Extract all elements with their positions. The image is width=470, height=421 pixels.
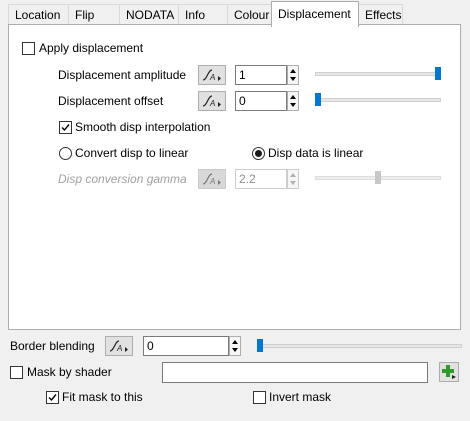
tab-label: Colour (234, 8, 270, 22)
slider-track (315, 72, 441, 76)
disp-data-linear-label: Disp data is linear (268, 146, 364, 160)
disp-data-linear-radio[interactable] (252, 147, 265, 160)
svg-text:A: A (209, 177, 215, 186)
tab-label: NODATA (126, 8, 175, 22)
svg-text:A: A (209, 73, 215, 82)
spin-down-icon[interactable] (290, 77, 296, 81)
svg-text:A: A (209, 99, 215, 108)
convert-disp-linear-label: Convert disp to linear (75, 146, 189, 160)
spin-up-icon (290, 173, 296, 177)
border-blending-slider[interactable] (257, 339, 462, 353)
amplitude-spin-arrows[interactable] (287, 65, 299, 85)
spin-down-icon[interactable] (290, 103, 296, 107)
slider-track (315, 98, 441, 102)
spin-down-icon[interactable] (232, 348, 238, 352)
border-blending-label: Border blending (10, 339, 95, 353)
disp-conversion-gamma-label: Disp conversion gamma (58, 172, 187, 186)
fit-mask-label: Fit mask to this (62, 390, 143, 404)
displacement-amplitude-label: Displacement amplitude (58, 68, 187, 82)
radio-selected-dot (255, 150, 262, 157)
curve-editor-icon: A (202, 95, 221, 108)
checkmark-icon (61, 124, 70, 132)
amplitude-curve-button[interactable]: A (198, 65, 226, 85)
offset-slider[interactable] (315, 93, 441, 107)
smooth-interpolation-label: Smooth disp interpolation (75, 120, 211, 134)
amplitude-slider[interactable] (315, 67, 441, 81)
curve-editor-icon: A (109, 340, 128, 353)
tab-effects[interactable]: Effects (358, 4, 403, 26)
slider-track (257, 344, 462, 348)
spin-up-icon[interactable] (290, 95, 296, 99)
svg-text:A: A (116, 344, 122, 353)
gamma-slider (315, 171, 441, 185)
offset-curve-button[interactable]: A (198, 91, 226, 111)
border-blending-input[interactable] (143, 336, 229, 356)
border-blending-curve-button[interactable]: A (105, 336, 133, 356)
tab-nodata[interactable]: NODATA (119, 4, 179, 26)
gamma-input (235, 169, 287, 189)
border-blending-spin-arrows[interactable] (229, 336, 241, 356)
spin-down-icon (290, 181, 296, 185)
mask-shader-field[interactable] (162, 362, 428, 383)
apply-displacement-checkbox[interactable] (22, 42, 35, 55)
tab-label: Info (185, 8, 206, 22)
convert-disp-linear-radio[interactable] (59, 147, 72, 160)
tab-info[interactable]: Info (178, 4, 228, 26)
mask-by-shader-label: Mask by shader (27, 365, 112, 379)
slider-thumb[interactable] (435, 67, 441, 80)
curve-editor-icon: A (202, 173, 221, 186)
displacement-offset-label: Displacement offset (58, 94, 164, 108)
gamma-curve-button: A (198, 169, 226, 189)
slider-thumb[interactable] (257, 339, 263, 352)
offset-spin-arrows[interactable] (287, 91, 299, 111)
tab-location[interactable]: Location (8, 4, 69, 26)
tab-label: Location (15, 8, 61, 22)
amplitude-input[interactable] (235, 65, 287, 85)
mask-by-shader-checkbox[interactable] (10, 366, 23, 379)
offset-input[interactable] (235, 91, 287, 111)
gamma-spinbox (235, 169, 299, 189)
amplitude-spinbox[interactable] (235, 65, 299, 85)
gamma-spin-arrows (287, 169, 299, 189)
curve-editor-icon: A (202, 69, 221, 82)
tab-label: Flip (75, 8, 95, 22)
tab-label: Effects (365, 8, 402, 22)
spin-up-icon[interactable] (290, 69, 296, 73)
smooth-interpolation-checkbox[interactable] (59, 121, 72, 134)
add-plus-icon (442, 365, 456, 379)
checkmark-icon (48, 394, 57, 402)
tab-displacement[interactable]: Displacement (271, 1, 359, 27)
tab-label: Displacement (278, 7, 351, 21)
fit-mask-checkbox[interactable] (46, 391, 59, 404)
invert-mask-checkbox[interactable] (253, 391, 266, 404)
slider-thumb[interactable] (315, 93, 321, 106)
add-shader-button[interactable] (439, 362, 459, 382)
slider-thumb (375, 171, 381, 184)
apply-displacement-label: Apply displacement (39, 41, 144, 55)
displacement-panel: Apply displacement Displacement amplitud… (8, 24, 461, 330)
tab-flip[interactable]: Flip (68, 4, 120, 26)
invert-mask-label: Invert mask (269, 390, 332, 404)
spin-up-icon[interactable] (232, 340, 238, 344)
tab-colour[interactable]: Colour (227, 4, 272, 26)
offset-spinbox[interactable] (235, 91, 299, 111)
border-blending-spinbox[interactable] (143, 336, 241, 356)
